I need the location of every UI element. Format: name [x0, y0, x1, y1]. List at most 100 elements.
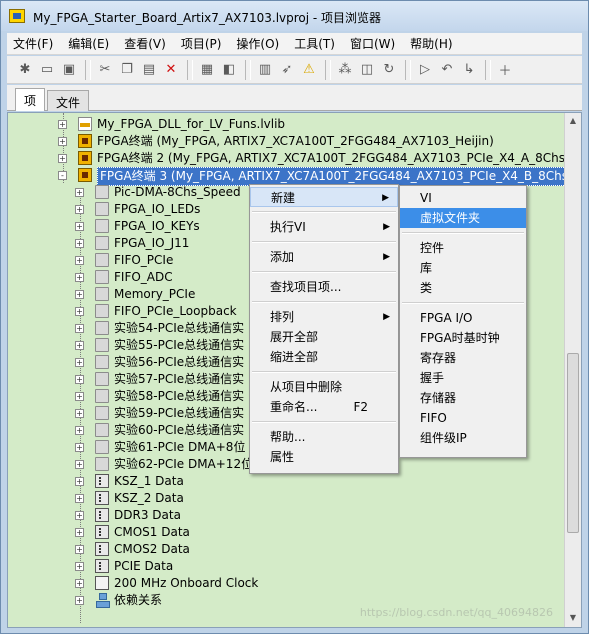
menu-item[interactable]: VI	[400, 188, 526, 208]
tree-item[interactable]: + FPGA终端 (My_FPGA, ARTIX7_XC7A100T_2FGG48…	[8, 133, 568, 150]
deploy-icon[interactable]: ◧	[219, 60, 239, 80]
menu-item[interactable]: 排列 ▶	[250, 307, 398, 327]
ungroup-icon[interactable]: ◫	[357, 60, 377, 80]
expand-icon[interactable]: +	[58, 137, 67, 146]
menu-operate[interactable]: 操作(O)	[236, 35, 279, 52]
tree-item[interactable]: + My_FPGA_DLL_for_LV_Funs.lvlib	[8, 116, 568, 133]
expand-icon[interactable]: +	[75, 409, 84, 418]
redo-icon[interactable]: ↳	[459, 60, 479, 80]
tab-items[interactable]: 项	[15, 88, 46, 111]
tree-item[interactable]: + KSZ_1 Data	[8, 473, 568, 490]
expand-icon[interactable]: +	[75, 477, 84, 486]
menu-item[interactable]: 缩进全部	[250, 347, 398, 367]
build-icon[interactable]: ▦	[197, 60, 217, 80]
menu-project[interactable]: 项目(P)	[181, 35, 222, 52]
menu-item[interactable]: 库	[400, 258, 526, 278]
expand-icon[interactable]: +	[75, 562, 84, 571]
tree-item[interactable]: +200 MHz Onboard Clock	[8, 575, 568, 592]
scroll-up-icon[interactable]: ▲	[565, 113, 581, 129]
expand-icon[interactable]: +	[75, 545, 84, 554]
menu-item[interactable]: FIFO	[400, 408, 526, 428]
scroll-thumb[interactable]	[567, 353, 579, 533]
new-icon[interactable]: ✱	[15, 60, 35, 80]
menu-item[interactable]: 类	[400, 278, 526, 298]
menu-item[interactable]: 握手	[400, 368, 526, 388]
cut-icon[interactable]: ✂	[95, 60, 115, 80]
title-bar[interactable]: My_FPGA_Starter_Board_Artix7_AX7103.lvpr…	[1, 1, 588, 31]
menu-item[interactable]: 从项目中删除	[250, 377, 398, 397]
menu-file[interactable]: 文件(F)	[13, 35, 53, 52]
vertical-scrollbar[interactable]: ▲ ▼	[564, 113, 581, 627]
expand-icon[interactable]: +	[75, 596, 84, 605]
copy-icon[interactable]: ❐	[117, 60, 137, 80]
tree-item[interactable]: + DDR3 Data	[8, 507, 568, 524]
menu-item[interactable]: 展开全部	[250, 327, 398, 347]
menu-item[interactable]: 寄存器	[400, 348, 526, 368]
menu-item[interactable]: 新建 ▶	[250, 187, 398, 207]
expand-icon[interactable]: +	[75, 494, 84, 503]
tree-item[interactable]: + KSZ_2 Data	[8, 490, 568, 507]
open-icon[interactable]: ▭	[37, 60, 57, 80]
group-icon[interactable]: ⁂	[335, 60, 355, 80]
expand-icon[interactable]: +	[75, 358, 84, 367]
menu-item[interactable]: 帮助...	[250, 427, 398, 447]
menu-item[interactable]: 存储器	[400, 388, 526, 408]
menu-item[interactable]: 属性	[250, 447, 398, 467]
menu-tools[interactable]: 工具(T)	[294, 35, 335, 52]
view-icon[interactable]: ▥	[255, 60, 275, 80]
expand-icon[interactable]: +	[75, 392, 84, 401]
expand-icon[interactable]: +	[75, 222, 84, 231]
add-icon[interactable]: ▷	[415, 60, 435, 80]
menu-item[interactable]: 执行VI ▶	[250, 217, 398, 237]
menu-window[interactable]: 窗口(W)	[350, 35, 395, 52]
collapse-icon[interactable]: -	[58, 171, 67, 180]
save-all-icon[interactable]: ▣	[59, 60, 79, 80]
expand-icon[interactable]: +	[75, 256, 84, 265]
menu-item-label: FPGA时基时钟	[420, 331, 500, 345]
expand-icon[interactable]: +	[75, 528, 84, 537]
scroll-down-icon[interactable]: ▼	[565, 610, 581, 626]
expand-icon[interactable]: +	[75, 426, 84, 435]
expand-icon[interactable]: +	[58, 120, 67, 129]
expand-icon[interactable]: +	[75, 341, 84, 350]
tree-item[interactable]: - FPGA终端 3 (My_FPGA, ARTIX7_XC7A100T_2FGG…	[8, 167, 576, 186]
menu-edit[interactable]: 编辑(E)	[68, 35, 109, 52]
expand-icon[interactable]: +	[75, 205, 84, 214]
undo-icon[interactable]: ↶	[437, 60, 457, 80]
menu-view[interactable]: 查看(V)	[124, 35, 166, 52]
menu-item[interactable]: FPGA I/O	[400, 308, 526, 328]
paste-icon[interactable]: ▤	[139, 60, 159, 80]
expand-icon[interactable]: +	[75, 375, 84, 384]
tree-item[interactable]: + CMOS2 Data	[8, 541, 568, 558]
menu-item[interactable]: 添加 ▶	[250, 247, 398, 267]
tab-files[interactable]: 文件	[47, 90, 90, 111]
menu-item[interactable]: 组件级IP	[400, 428, 526, 448]
expand-icon[interactable]: +	[75, 273, 84, 282]
expand-icon[interactable]: +	[75, 443, 84, 452]
menu-help[interactable]: 帮助(H)	[410, 35, 452, 52]
expand-icon[interactable]: +	[75, 511, 84, 520]
expand-icon[interactable]: +	[75, 579, 84, 588]
fpga-icon	[78, 151, 92, 165]
menu-item[interactable]: 查找项目项...	[250, 277, 398, 297]
plus-icon[interactable]: ＋	[495, 60, 515, 80]
expand-icon[interactable]: +	[75, 239, 84, 248]
tree-item[interactable]: + PCIE Data	[8, 558, 568, 575]
refresh-icon[interactable]: ↻	[379, 60, 399, 80]
tree-item[interactable]: + CMOS1 Data	[8, 524, 568, 541]
delete-icon[interactable]: ✕	[161, 60, 181, 80]
menu-item[interactable]: 控件	[400, 238, 526, 258]
menu-item[interactable]: 虚拟文件夹	[400, 208, 526, 228]
tree-item[interactable]: + FPGA终端 2 (My_FPGA, ARTIX7_XC7A100T_2FGG…	[8, 150, 570, 167]
expand-icon[interactable]: +	[58, 154, 67, 163]
expand-icon[interactable]: +	[75, 290, 84, 299]
resolve-icon[interactable]: ➶	[277, 60, 297, 80]
tree-item-label: 实验57-PCIe总线通信实	[114, 372, 245, 386]
expand-icon[interactable]: +	[75, 324, 84, 333]
menu-item[interactable]: FPGA时基时钟	[400, 328, 526, 348]
menu-item[interactable]: 重命名... F2	[250, 397, 398, 417]
warning-icon[interactable]: ⚠	[299, 60, 319, 80]
expand-icon[interactable]: +	[75, 188, 84, 197]
expand-icon[interactable]: +	[75, 307, 84, 316]
expand-icon[interactable]: +	[75, 460, 84, 469]
